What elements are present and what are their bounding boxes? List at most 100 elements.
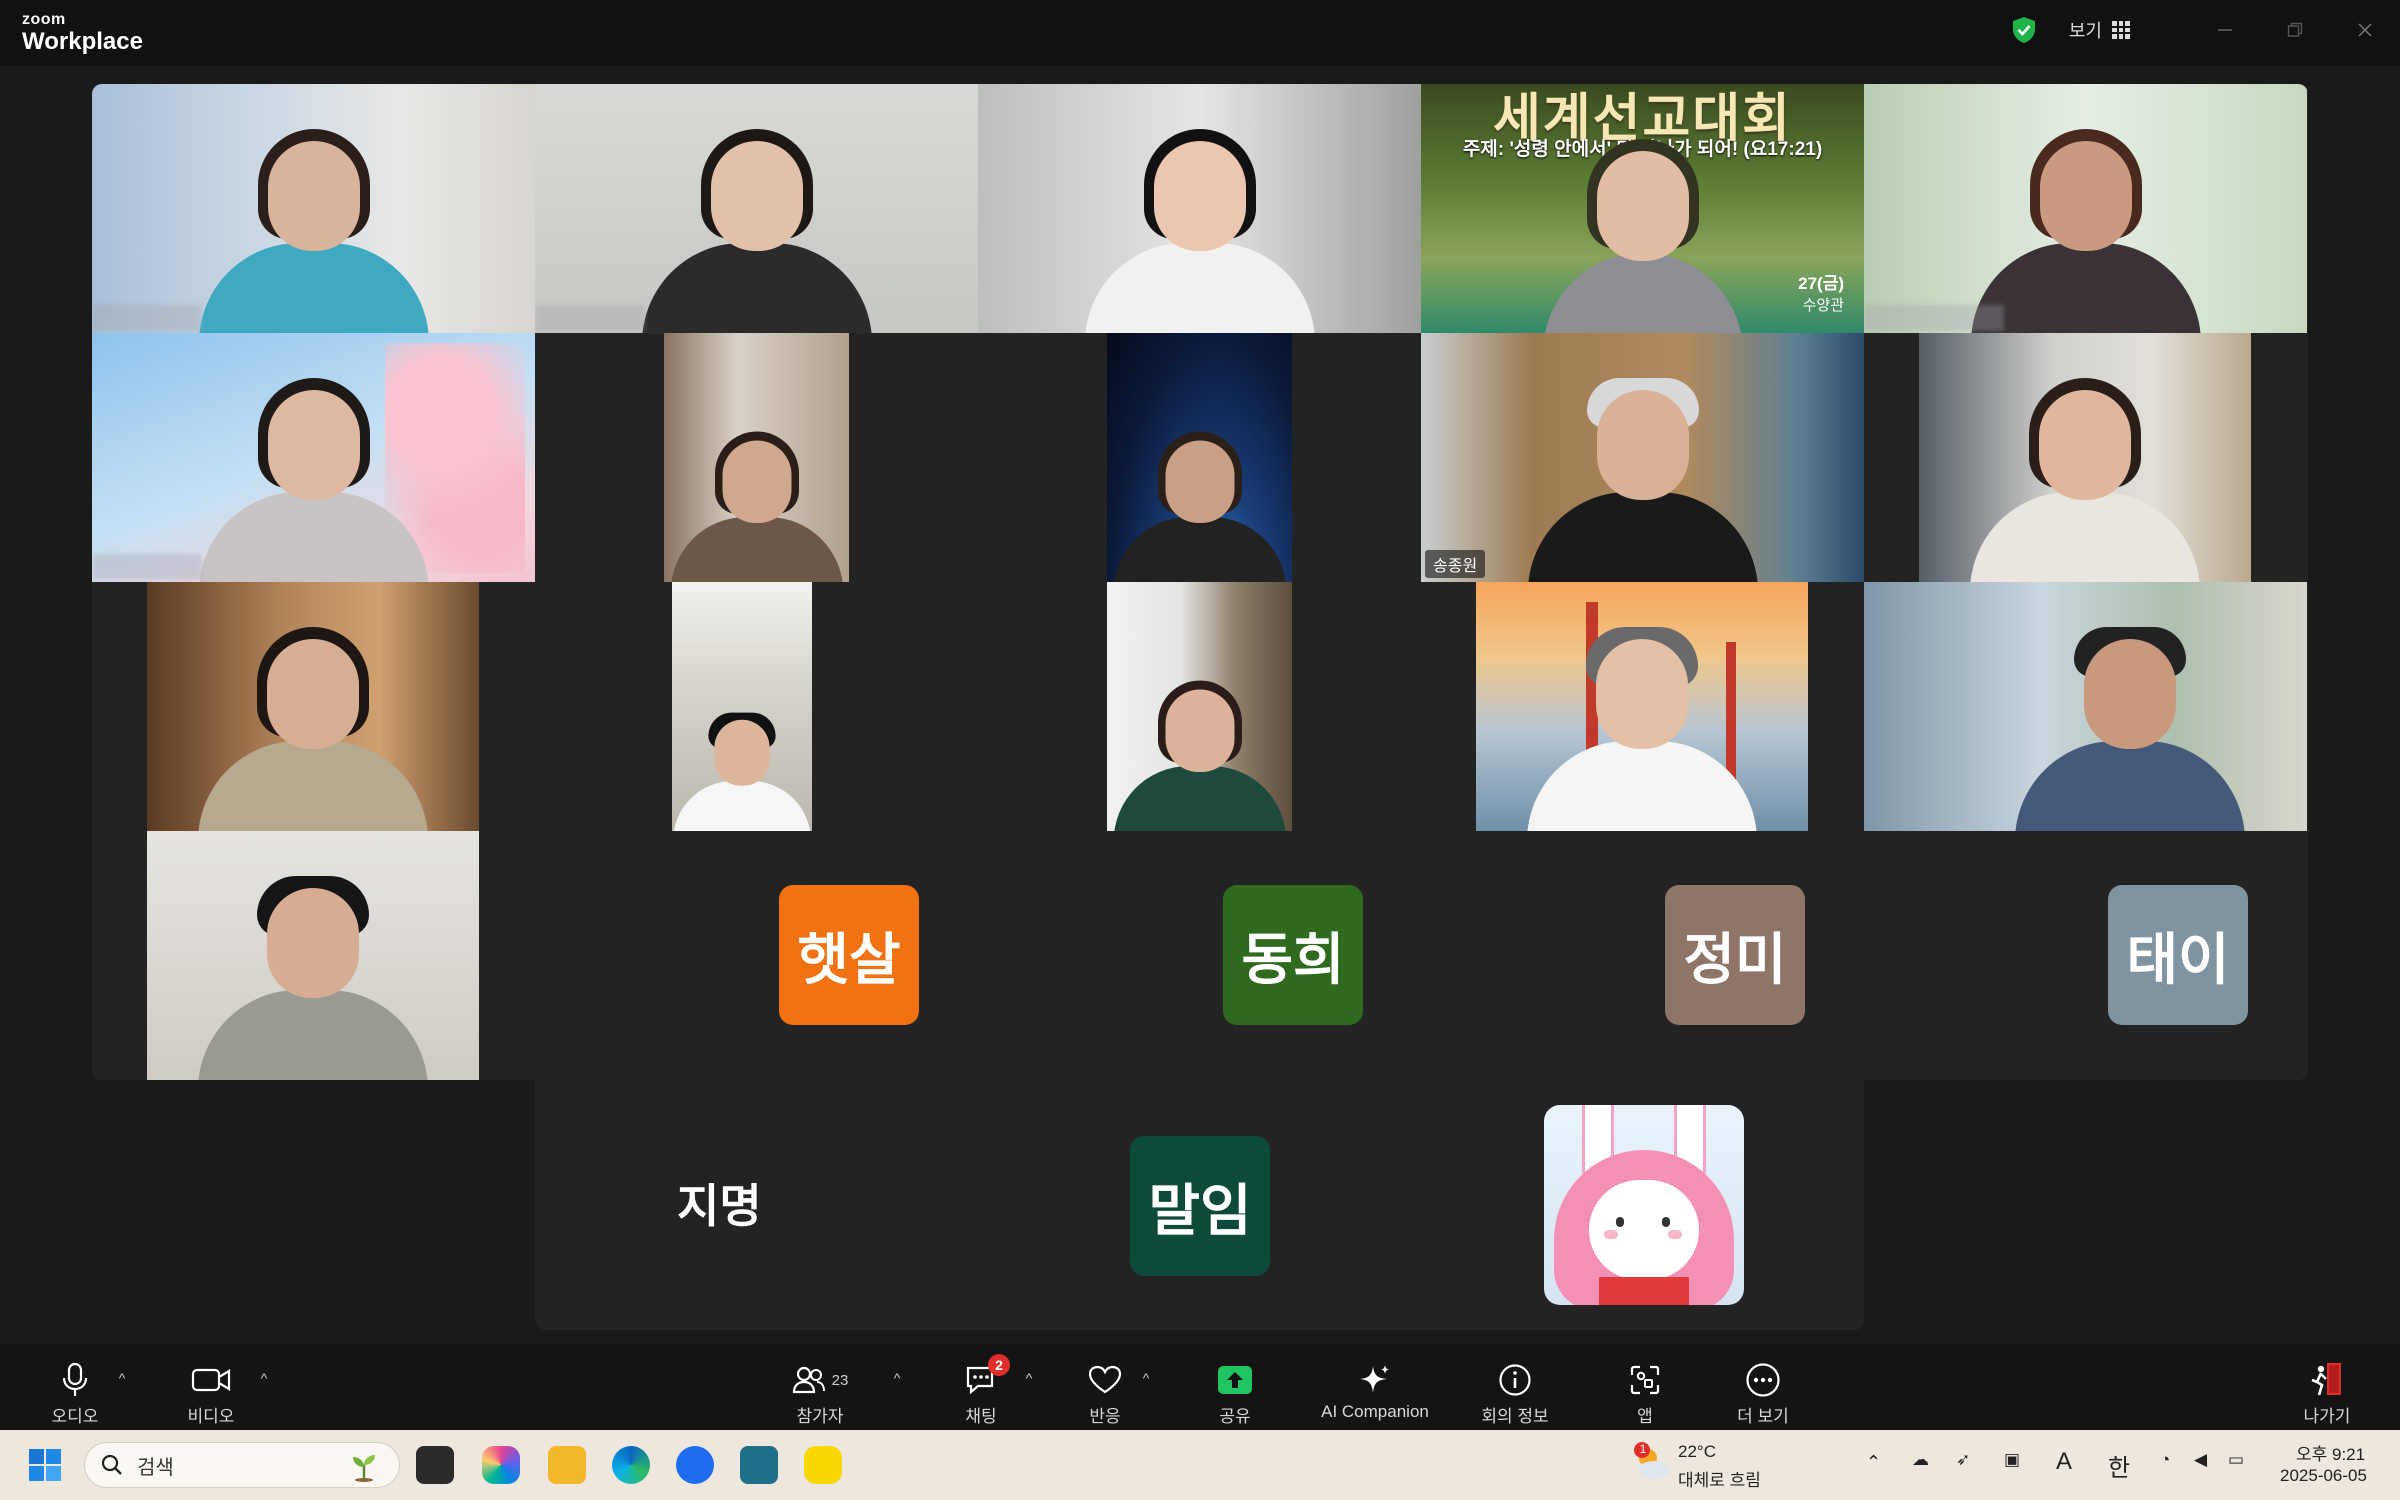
video-label: 비디오 xyxy=(187,1407,235,1426)
store-app-icon[interactable] xyxy=(740,1446,778,1484)
encryption-shield-icon[interactable] xyxy=(2011,16,2037,44)
active-speaker-tile[interactable]: 송종원 xyxy=(1421,333,1864,582)
restore-button[interactable] xyxy=(2260,0,2330,60)
video-tile[interactable] xyxy=(92,333,535,582)
chat-label: 채팅 xyxy=(965,1407,997,1426)
onedrive-icon[interactable]: ☁ xyxy=(1912,1450,1929,1470)
video-tile[interactable] xyxy=(978,582,1421,831)
display-icon[interactable]: ▣ xyxy=(2004,1450,2020,1470)
participants-button[interactable]: 23 참가자 xyxy=(765,1360,875,1427)
weather-badge: 1 xyxy=(1639,1442,1647,1456)
minimize-icon xyxy=(2218,29,2232,31)
close-button[interactable] xyxy=(2330,0,2400,60)
font-a-icon[interactable]: A xyxy=(2056,1448,2072,1476)
view-button[interactable]: 보기 xyxy=(2069,17,2130,43)
participants-options-caret[interactable]: ^ xyxy=(887,1370,907,1390)
video-gallery: 세계선교대회 주제: '성령 안에서' 다 하나가 되어! (요17:21) 2… xyxy=(92,84,2308,1080)
more-button[interactable]: 더 보기 xyxy=(1708,1360,1818,1427)
windows-start-icon[interactable] xyxy=(28,1448,62,1482)
avatar-taei: 태이 xyxy=(2108,885,2248,1025)
os-taskbar: 검색 1 22°C 대체로 흐림 ⌃ ☁ ➶ ▣ A 한 ◔ ◀ ▭ 오후 9:… xyxy=(0,1430,2400,1500)
participant-count: 23 xyxy=(831,1371,849,1389)
chat-options-caret[interactable]: ^ xyxy=(1019,1370,1039,1390)
share-screen-button[interactable]: 공유 xyxy=(1180,1360,1290,1427)
participant-tile-haetsal[interactable]: 햇살 xyxy=(535,831,978,1080)
meeting-toolbar: 오디오 ^ 비디오 ^ 23 참가자 ^ 2 채팅 ^ 반응 ^ 공유 AI C… xyxy=(0,1344,2400,1430)
chat-unread-badge: 2 xyxy=(988,1354,1010,1376)
leave-door-icon xyxy=(2311,1363,2341,1396)
participant-tile-taei[interactable]: 태이 xyxy=(1864,831,2307,1080)
video-tile[interactable] xyxy=(535,333,978,582)
tray-expand-icon[interactable]: ⌃ xyxy=(1866,1452,1881,1473)
avatar-haetsal: 햇살 xyxy=(779,885,919,1025)
restore-icon xyxy=(2287,22,2303,37)
video-tile[interactable] xyxy=(1864,582,2307,831)
video-tile[interactable] xyxy=(92,582,535,831)
audio-label: 오디오 xyxy=(51,1407,99,1426)
avatar-malim-display: 말임 xyxy=(1130,1136,1270,1276)
app-brand: zoom Workplace xyxy=(22,12,143,54)
audio-options-caret[interactable]: ^ xyxy=(112,1370,132,1390)
info-icon xyxy=(1499,1364,1531,1396)
edge-browser-icon[interactable] xyxy=(612,1446,650,1484)
copilot-icon[interactable] xyxy=(482,1446,520,1484)
microphone-icon xyxy=(62,1362,88,1396)
video-button[interactable]: 비디오 xyxy=(156,1360,266,1427)
video-tile[interactable] xyxy=(92,831,535,1080)
grid-icon xyxy=(2112,21,2130,39)
video-tile[interactable] xyxy=(978,84,1421,333)
apps-icon xyxy=(1630,1365,1660,1395)
battery-icon[interactable]: ▭ xyxy=(2228,1450,2244,1470)
video-tile[interactable] xyxy=(92,84,535,333)
clock-date[interactable]: 2025-06-05 xyxy=(2280,1466,2367,1486)
banner-date: 27(금) xyxy=(1798,274,1844,293)
reaction-heart-icon xyxy=(1088,1365,1122,1394)
video-options-caret[interactable]: ^ xyxy=(254,1370,274,1390)
title-bar: zoom Workplace 보기 xyxy=(0,0,2400,66)
avatar-donghui: 동희 xyxy=(1223,885,1363,1025)
participant-tile-jeongmi[interactable]: 정미 xyxy=(1421,831,1864,1080)
reactions-options-caret[interactable]: ^ xyxy=(1136,1370,1156,1390)
active-speaker-name: 송종원 xyxy=(1425,550,1486,578)
view-label: 보기 xyxy=(2068,21,2102,41)
taskbar-search[interactable]: 검색 xyxy=(84,1442,400,1488)
brand-small: zoom xyxy=(22,11,66,28)
video-camera-icon xyxy=(191,1368,231,1392)
video-tile[interactable] xyxy=(1864,333,2307,582)
task-view-icon[interactable] xyxy=(416,1446,454,1484)
leave-meeting-button[interactable]: 나가기 xyxy=(2272,1360,2382,1427)
participant-tile-donghui[interactable]: 동희 xyxy=(978,831,1421,1080)
video-tile[interactable] xyxy=(535,84,978,333)
kakaotalk-icon[interactable] xyxy=(804,1446,842,1484)
apps-label: 앱 xyxy=(1637,1407,1653,1426)
avatar-jeongmi: 정미 xyxy=(1665,885,1805,1025)
zoom-app-icon[interactable] xyxy=(676,1446,714,1484)
participants-icon xyxy=(792,1366,825,1394)
weather-condition: 대체로 흐림 xyxy=(1678,1471,1761,1490)
ai-companion-button[interactable]: AI Companion xyxy=(1310,1360,1440,1422)
location-icon[interactable]: ➶ xyxy=(1956,1450,1970,1470)
ai-companion-label: AI Companion xyxy=(1321,1402,1429,1421)
video-tile[interactable] xyxy=(1864,84,2307,333)
more-dots-icon xyxy=(1746,1363,1780,1397)
minimize-button[interactable] xyxy=(2190,0,2260,60)
share-screen-icon xyxy=(1218,1366,1252,1394)
volume-icon[interactable]: ◀ xyxy=(2194,1450,2207,1470)
video-tile[interactable] xyxy=(535,582,978,831)
clock-time[interactable]: 오후 9:21 xyxy=(2296,1440,2365,1465)
banner-venue: 수양관 xyxy=(1802,297,1844,314)
video-tile[interactable] xyxy=(978,333,1421,582)
share-label: 공유 xyxy=(1219,1407,1251,1426)
video-tile[interactable] xyxy=(1421,582,1864,831)
meeting-info-button[interactable]: 회의 정보 xyxy=(1460,1360,1570,1427)
participant-name-jimyeong-display: 지명 xyxy=(677,1180,762,1232)
ime-korean-indicator[interactable]: 한 xyxy=(2108,1448,2130,1483)
wifi-icon[interactable]: ◔ xyxy=(2160,1450,2170,1470)
apps-button[interactable]: 앱 xyxy=(1590,1360,1700,1427)
meeting-info-label: 회의 정보 xyxy=(1481,1407,1549,1426)
video-tile[interactable]: 세계선교대회 주제: '성령 안에서' 다 하나가 되어! (요17:21) 2… xyxy=(1421,84,1864,333)
participants-label: 참가자 xyxy=(796,1407,844,1426)
leave-label: 나가기 xyxy=(2303,1407,2351,1426)
reactions-label: 반응 xyxy=(1089,1407,1121,1426)
file-explorer-icon[interactable] xyxy=(548,1446,586,1484)
